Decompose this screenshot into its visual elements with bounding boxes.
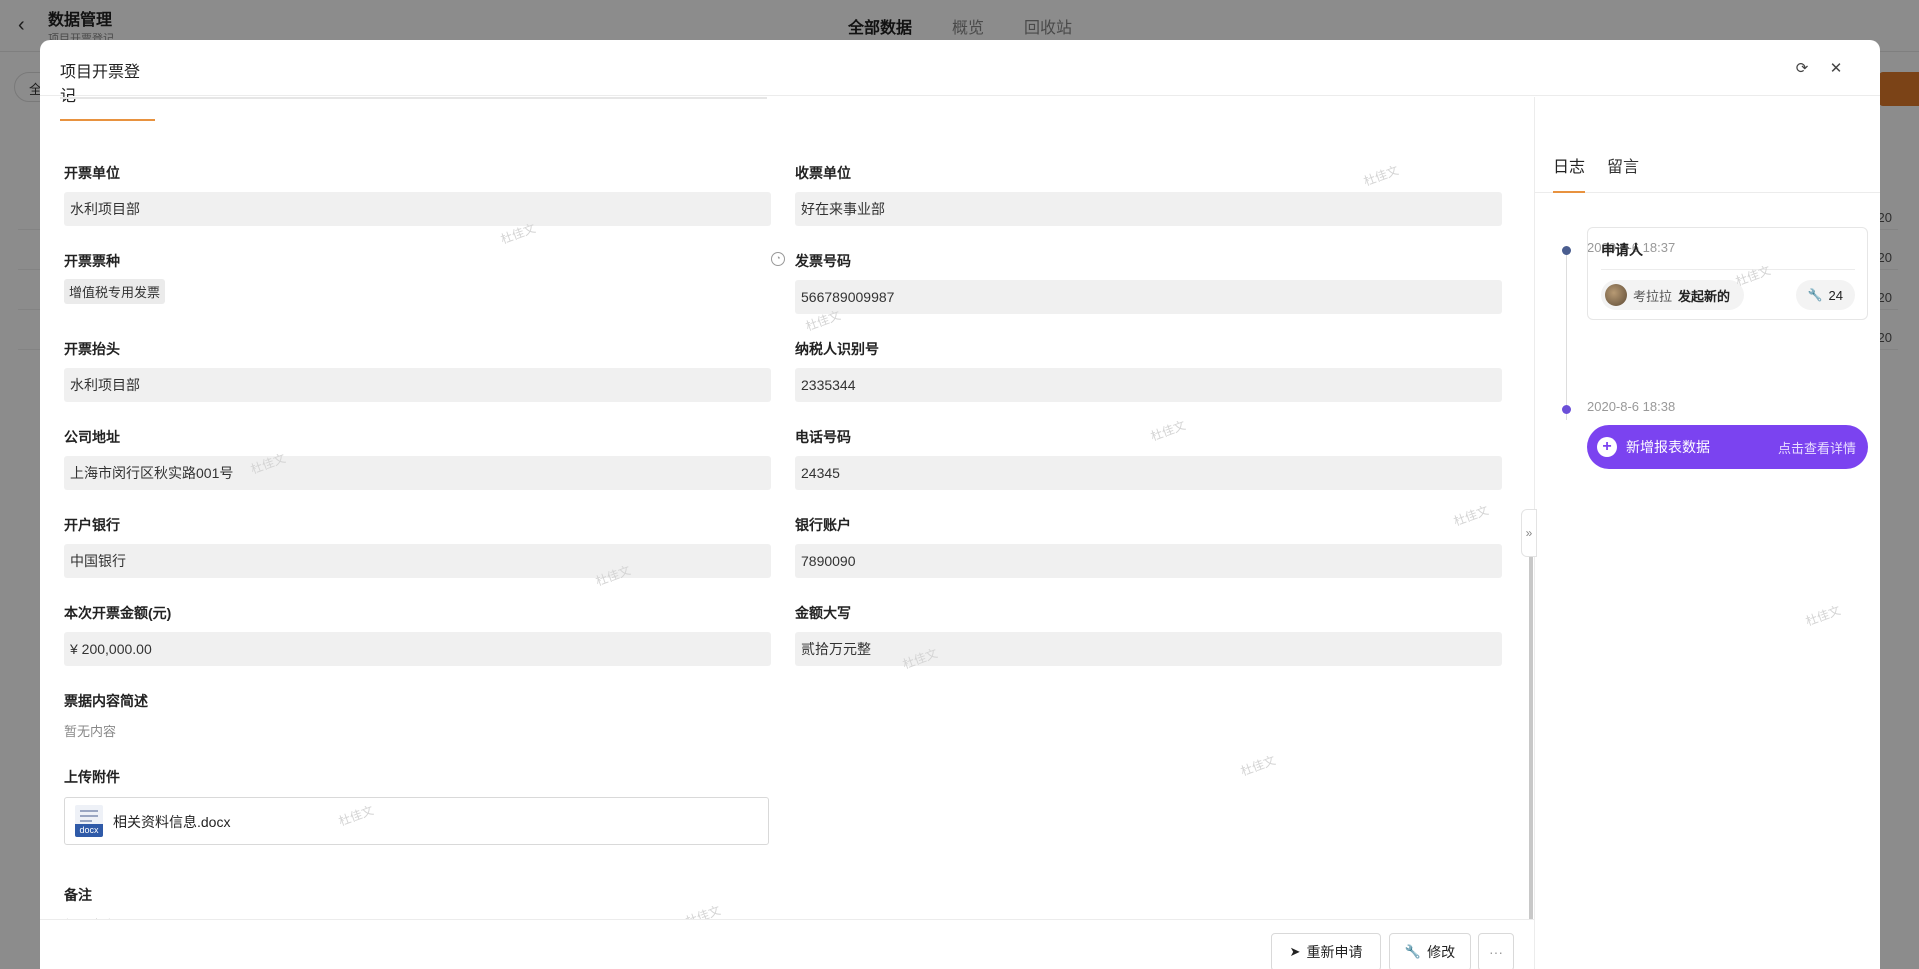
field-label: 备注 bbox=[64, 887, 92, 903]
card-title: 申请人 bbox=[1601, 242, 1643, 258]
side-panel: » 日志 留言 2020-8-6 18:37 申请人 考拉拉 发起新的 🔧 24… bbox=[1521, 97, 1880, 969]
field-receiver: 收票单位 好在来事业部 bbox=[795, 163, 1502, 226]
field-label: 银行账户 bbox=[795, 517, 851, 533]
field-label: 开户银行 bbox=[64, 517, 120, 533]
plus-icon: + bbox=[1597, 437, 1617, 457]
field-label: 收票单位 bbox=[795, 165, 851, 181]
field-label: 开票票种 bbox=[64, 253, 120, 269]
field-value: 贰拾万元整 bbox=[795, 632, 1502, 666]
reapply-label: 重新申请 bbox=[1306, 944, 1363, 960]
side-tabs: 日志 留言 bbox=[1535, 97, 1880, 193]
empty-value: 暂无内容 bbox=[64, 724, 117, 739]
scrollbar[interactable] bbox=[1529, 517, 1533, 957]
applicant-card: 申请人 考拉拉 发起新的 🔧 24 bbox=[1587, 227, 1868, 320]
form-area: 开票单位 水利项目部 收票单位 好在来事业部 开票票种 增值税专用发票 ◔ 发票… bbox=[40, 97, 1534, 959]
event-label: 新增报表数据 bbox=[1626, 439, 1710, 455]
history-icon[interactable]: ◔ bbox=[771, 252, 785, 266]
timeline-line bbox=[1566, 250, 1567, 420]
field-label: 公司地址 bbox=[64, 429, 120, 445]
new-report-event[interactable]: + 新增报表数据 点击查看详情 bbox=[1587, 425, 1868, 469]
field-invoice-type: 开票票种 增值税专用发票 bbox=[64, 251, 771, 304]
field-value: 2335344 bbox=[795, 368, 1502, 402]
field-value: 24345 bbox=[795, 456, 1502, 490]
modal-footer: ➤ 重新申请 🔧 修改 ··· bbox=[40, 919, 1534, 969]
field-attachment: 上传附件 docx 相关资料信息.docx bbox=[64, 767, 771, 845]
count-badge: 🔧 24 bbox=[1795, 280, 1855, 310]
field-label: 金额大写 bbox=[795, 605, 851, 621]
scroll-stub bbox=[60, 97, 767, 99]
user-action: 发起新的 bbox=[1678, 288, 1731, 304]
wrench-icon: 🔧 bbox=[1807, 288, 1823, 302]
timeline-dot bbox=[1562, 405, 1571, 414]
field-amount-upper: 金额大写 贰拾万元整 bbox=[795, 603, 1502, 666]
field-bank: 开户银行 中国银行 bbox=[64, 515, 771, 578]
collapse-panel-icon[interactable]: » bbox=[1521, 509, 1537, 557]
field-label: 上传附件 bbox=[64, 769, 120, 785]
user-chip[interactable]: 考拉拉 发起新的 bbox=[1601, 280, 1745, 310]
tab-comments[interactable]: 留言 bbox=[1607, 153, 1639, 191]
edit-button[interactable]: 🔧 修改 bbox=[1389, 933, 1471, 969]
wrench-icon: 🔧 bbox=[1404, 944, 1422, 959]
reapply-button[interactable]: ➤ 重新申请 bbox=[1271, 933, 1381, 969]
modal-header: 项目开票登记 ⟳ ✕ bbox=[40, 40, 1880, 121]
field-label: 本次开票金额(元) bbox=[64, 605, 172, 621]
refresh-icon[interactable]: ⟳ bbox=[1793, 60, 1811, 78]
field-taxpayer-id: 纳税人识别号 2335344 bbox=[795, 339, 1502, 402]
field-value: 中国银行 bbox=[64, 544, 771, 578]
field-invoice-header: 开票抬头 水利项目部 bbox=[64, 339, 771, 402]
send-icon: ➤ bbox=[1289, 944, 1301, 959]
field-address: 公司地址 上海市闵行区秋实路001号 bbox=[64, 427, 771, 490]
field-value: 7890090 bbox=[795, 544, 1502, 578]
field-summary: 票据内容简述 暂无内容 bbox=[64, 691, 771, 740]
field-value: 566789009987 bbox=[795, 280, 1502, 314]
field-account: 银行账户 7890090 bbox=[795, 515, 1502, 578]
field-label: 电话号码 bbox=[795, 429, 851, 445]
timeline-dot bbox=[1562, 246, 1571, 255]
field-label: 票据内容简述 bbox=[64, 693, 148, 709]
invoice-modal: 项目开票登记 ⟳ ✕ 开票单位 水利项目部 收票单位 好在来事业部 开票票种 增… bbox=[40, 40, 1880, 969]
field-issuer: 开票单位 水利项目部 bbox=[64, 163, 771, 226]
field-value: 上海市闵行区秋实路001号 bbox=[64, 456, 771, 490]
more-icon: ··· bbox=[1489, 944, 1503, 960]
field-label: 开票抬头 bbox=[64, 341, 120, 357]
close-icon[interactable]: ✕ bbox=[1827, 60, 1845, 78]
field-value: 水利项目部 bbox=[64, 192, 771, 226]
more-button[interactable]: ··· bbox=[1478, 933, 1514, 969]
field-invoice-number: 发票号码 566789009987 bbox=[795, 251, 1502, 314]
field-value: ¥ 200,000.00 bbox=[64, 632, 771, 666]
field-phone: 电话号码 24345 bbox=[795, 427, 1502, 490]
field-label: 纳税人识别号 bbox=[795, 341, 879, 357]
view-details-link[interactable]: 点击查看详情 bbox=[1778, 438, 1856, 457]
edit-label: 修改 bbox=[1427, 944, 1456, 960]
invoice-type-tag: 增值税专用发票 bbox=[64, 279, 166, 304]
card-divider bbox=[1601, 269, 1855, 270]
field-label: 开票单位 bbox=[64, 165, 120, 181]
field-value: 好在来事业部 bbox=[795, 192, 1502, 226]
user-name: 考拉拉 bbox=[1633, 288, 1673, 304]
docx-file-icon: docx bbox=[75, 805, 103, 837]
timeline-time: 2020-8-6 18:38 bbox=[1587, 399, 1676, 414]
field-value: 水利项目部 bbox=[64, 368, 771, 402]
count-value: 24 bbox=[1828, 287, 1843, 303]
field-amount: 本次开票金额(元) ¥ 200,000.00 bbox=[64, 603, 771, 666]
attachment-file-name[interactable]: 相关资料信息.docx bbox=[113, 812, 230, 832]
avatar bbox=[1605, 284, 1627, 306]
tab-log[interactable]: 日志 bbox=[1553, 153, 1586, 193]
field-label: 发票号码 bbox=[795, 253, 851, 269]
attachment-item[interactable]: docx 相关资料信息.docx bbox=[64, 797, 769, 845]
